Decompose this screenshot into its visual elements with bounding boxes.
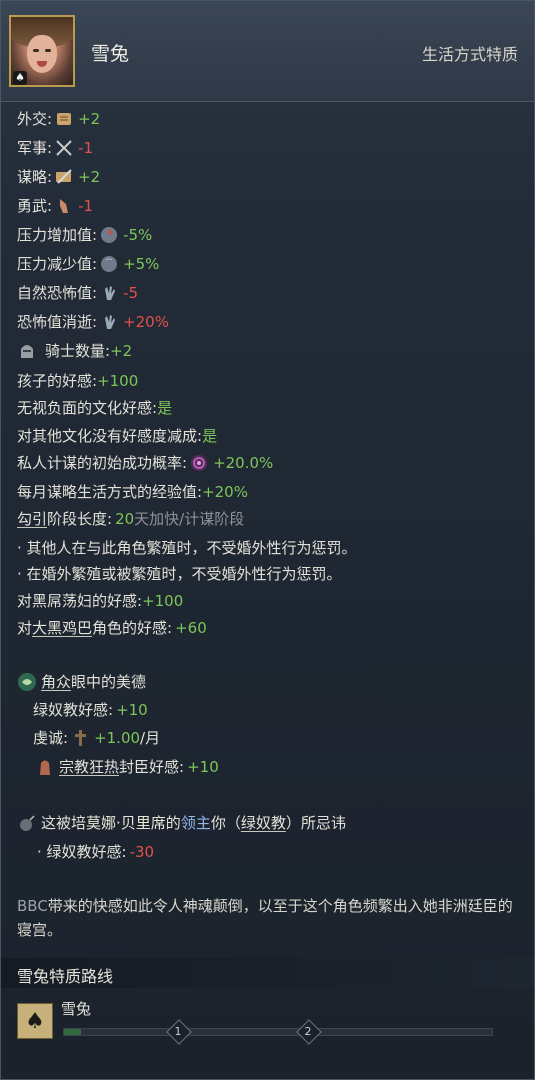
virtue-piety: 虔诚: +1.00 /月 <box>33 729 161 747</box>
stat-prowess: 勇武: -1 <box>17 197 94 215</box>
knight-helmet-icon <box>21 345 33 358</box>
track-name: 雪兔 <box>61 1000 92 1018</box>
virtue-opinion: 绿奴教好感: +10 <box>33 701 148 719</box>
shunned-opinion: · 绿奴教好感: -30 <box>37 843 155 861</box>
opinion-bbc: 对 大黑鸡巴 角色的好感: +60 <box>17 617 207 639</box>
stat-seduce-phase: 勾引 阶段长度: 20 天加快/计谋阶段 <box>17 508 245 530</box>
stat-diplomacy: 外交: +2 <box>17 110 101 128</box>
seduce-link[interactable]: 勾引 <box>17 508 47 530</box>
opinion-blacked: 对黑屌荡妇的好感: +100 <box>17 592 184 610</box>
dagger-icon <box>56 169 72 184</box>
spade-badge-icon: ♠ <box>13 71 27 85</box>
trait-name: 雪兔 <box>91 43 130 65</box>
milestone-label-1: 1 <box>174 1025 182 1038</box>
trait-tooltip: ♠ 雪兔 生活方式特质 外交: +2 军事: -1 谋略: +2 勇武: -1 … <box>0 0 535 1080</box>
crossed-swords-icon <box>56 140 72 156</box>
stat-stress-loss: 压力减少值: +5% <box>17 255 160 273</box>
zealot-icon <box>40 760 50 775</box>
virtue-icon <box>18 673 36 691</box>
faith-group-link[interactable]: 角众 <box>41 671 71 693</box>
stress-head-icon <box>101 256 118 272</box>
stat-knights: 骑士数量: +2 <box>17 340 132 362</box>
stress-head-icon <box>101 227 118 243</box>
dread-hand-icon <box>105 315 116 329</box>
scroll-icon <box>57 113 72 125</box>
stat-stress-gain: 压力增加值: -5% <box>17 226 153 244</box>
scheme-target-icon <box>191 455 208 471</box>
track-title: 雪兔特质路线 <box>17 967 114 986</box>
zealot-link[interactable]: 宗教狂热 <box>59 756 119 778</box>
dread-hand-icon <box>105 286 116 300</box>
milestone-label-2: 2 <box>304 1025 312 1038</box>
bullet-line-2: · 在婚外繁殖或被繁殖时，不受婚外性行为惩罚。 <box>17 565 342 583</box>
stat-scheme-success: 私人计谋的初始成功概率: +20.0% <box>17 454 274 472</box>
stat-martial: 军事: -1 <box>17 139 94 157</box>
trait-portrait: ♠ <box>9 15 75 87</box>
shunned-line: 这被 培莫娜·贝里席 的 领主 你 （ 绿奴教 ） 所忌讳 <box>17 812 346 834</box>
virtue-zealot: 宗教狂热 封臣好感: +10 <box>33 756 219 778</box>
piety-cross-icon <box>75 730 87 746</box>
track-progress-bar <box>63 1028 493 1036</box>
stat-children-opinion: 孩子的好感: +100 <box>17 372 139 390</box>
stat-no-culture-penalty: 对其他文化没有好感度减成: 是 <box>17 427 218 445</box>
faith-link[interactable]: 绿奴教 <box>241 812 286 834</box>
spade-icon: ♠ <box>17 1003 53 1039</box>
stat-natural-dread: 自然恐怖值: -5 <box>17 284 139 302</box>
bullet-line-1: · 其他人在与此角色繁殖时，不受婚外性行为惩罚。 <box>17 539 357 557</box>
stat-dread-decay: 恐怖值消逝: +20% <box>17 313 169 331</box>
stat-intrigue: 谋略: +2 <box>17 168 101 186</box>
stat-ignore-culture: 无视负面的文化好感: 是 <box>17 399 173 417</box>
trait-category: 生活方式特质 <box>421 45 518 64</box>
fist-icon <box>60 199 69 213</box>
stat-intrigue-xp: 每月谋略生活方式的经验值: +20% <box>17 483 248 501</box>
track-progress-fill <box>64 1029 82 1035</box>
bbc-link[interactable]: 大黑鸡巴 <box>32 617 92 639</box>
trait-description: BBC带来的快感如此令人神魂颠倒，以至于这个角色频繁出入她非洲廷臣的寝宫。 <box>17 897 513 939</box>
virtue-title: 角众 眼中的美德 <box>17 671 146 693</box>
bomb-icon <box>20 815 35 831</box>
